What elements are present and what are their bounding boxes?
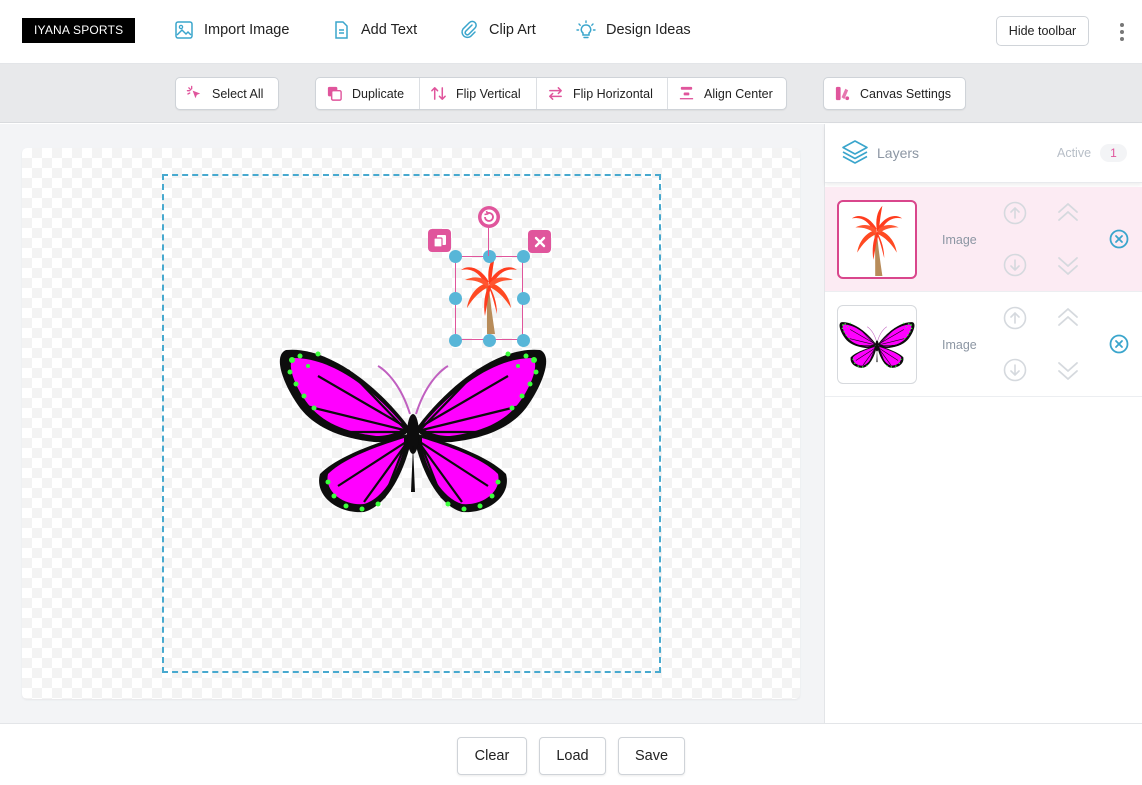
- butterfly-image[interactable]: [278, 346, 548, 516]
- move-up-icon[interactable]: [1002, 200, 1028, 226]
- import-image-button[interactable]: Import Image: [174, 20, 289, 40]
- design-canvas[interactable]: [22, 148, 800, 699]
- delete-object-icon[interactable]: [528, 230, 551, 253]
- add-text-button[interactable]: Add Text: [331, 20, 417, 40]
- lightbulb-icon: [576, 20, 596, 39]
- canvas-settings-button[interactable]: Canvas Settings: [824, 78, 961, 109]
- layer-thumbnail: [837, 305, 917, 384]
- flip-vertical-button[interactable]: Flip Vertical: [420, 78, 537, 109]
- resize-handle[interactable]: [482, 333, 496, 347]
- paperclip-icon: [461, 20, 477, 39]
- palette-icon: [835, 86, 850, 101]
- save-button[interactable]: Save: [618, 737, 685, 775]
- brand-logo: IYANA SPORTS: [22, 18, 136, 43]
- layers-icon: [842, 140, 868, 164]
- document-icon: [335, 21, 348, 39]
- duplicate-label: Duplicate: [352, 86, 405, 101]
- workspace: [0, 124, 825, 723]
- align-center-label: Align Center: [704, 86, 773, 101]
- design-ideas-label: Design Ideas: [606, 22, 691, 38]
- transform-group: Duplicate Flip Vertical Flip Horizontal …: [315, 77, 787, 110]
- add-text-label: Add Text: [361, 22, 418, 38]
- flip-horizontal-button[interactable]: Flip Horizontal: [537, 78, 668, 109]
- move-down-icon[interactable]: [1002, 252, 1028, 278]
- more-options-icon[interactable]: [1112, 20, 1132, 44]
- layer-item[interactable]: Image: [825, 292, 1142, 397]
- layers-title: Layers: [877, 145, 920, 161]
- resize-handle[interactable]: [482, 249, 496, 263]
- select-group: Select All: [175, 77, 279, 110]
- load-button[interactable]: Load: [539, 737, 606, 775]
- move-up-icon[interactable]: [1002, 305, 1028, 331]
- resize-handle[interactable]: [448, 291, 462, 305]
- canvas-group: Canvas Settings: [823, 77, 966, 110]
- layer-thumbnail: [837, 200, 917, 279]
- palm-tree-thumbnail-icon: [850, 203, 904, 277]
- duplicate-icon: [327, 86, 342, 101]
- resize-handle[interactable]: [448, 333, 462, 347]
- duplicate-button[interactable]: Duplicate: [316, 78, 420, 109]
- rotate-stem: [488, 228, 489, 256]
- image-icon: [175, 21, 193, 39]
- cursor-click-icon: [186, 85, 201, 99]
- flip-horizontal-label: Flip Horizontal: [573, 86, 653, 101]
- align-center-icon: [679, 86, 694, 100]
- hide-toolbar-button[interactable]: Hide toolbar: [996, 16, 1089, 46]
- canvas-settings-label: Canvas Settings: [860, 86, 952, 101]
- move-to-bottom-icon[interactable]: [1055, 357, 1081, 383]
- clip-art-button[interactable]: Clip Art: [459, 20, 536, 40]
- layer-item[interactable]: Image: [825, 187, 1142, 292]
- select-all-label: Select All: [212, 86, 264, 101]
- active-label: Active: [1057, 146, 1092, 160]
- footer-bar: Clear Load Save: [0, 723, 1142, 785]
- edit-toolbar: Select All Duplicate Flip Vertical Flip …: [0, 64, 1142, 123]
- resize-handle[interactable]: [516, 291, 530, 305]
- select-all-button[interactable]: Select All: [176, 78, 273, 109]
- arrows-horizontal-icon: [549, 87, 562, 100]
- layer-type-label: Image: [942, 233, 977, 247]
- rotate-icon[interactable]: [477, 205, 501, 229]
- arrows-vertical-icon: [431, 87, 446, 100]
- design-ideas-button[interactable]: Design Ideas: [576, 20, 691, 40]
- selection-box: [455, 256, 523, 340]
- clear-button[interactable]: Clear: [457, 737, 527, 775]
- resize-handle[interactable]: [516, 249, 530, 263]
- clip-art-label: Clip Art: [489, 22, 536, 38]
- butterfly-thumbnail-icon: [839, 321, 915, 369]
- layers-header: Layers Active 1: [825, 124, 1142, 183]
- remove-layer-icon[interactable]: [1106, 331, 1132, 357]
- layers-panel: Layers Active 1 Image Image: [825, 124, 1142, 723]
- resize-handle[interactable]: [448, 249, 462, 263]
- import-image-label: Import Image: [204, 22, 290, 38]
- align-center-button[interactable]: Align Center: [668, 78, 786, 109]
- remove-layer-icon[interactable]: [1106, 226, 1132, 252]
- top-bar: IYANA SPORTS Import Image Add Text Clip …: [0, 0, 1142, 64]
- layer-type-label: Image: [942, 338, 977, 352]
- flip-vertical-label: Flip Vertical: [456, 86, 521, 101]
- resize-handle[interactable]: [516, 333, 530, 347]
- move-down-icon[interactable]: [1002, 357, 1028, 383]
- move-to-top-icon[interactable]: [1055, 200, 1081, 226]
- move-to-top-icon[interactable]: [1055, 305, 1081, 331]
- duplicate-object-icon[interactable]: [428, 229, 451, 252]
- move-to-bottom-icon[interactable]: [1055, 252, 1081, 278]
- active-count-badge: 1: [1100, 144, 1127, 162]
